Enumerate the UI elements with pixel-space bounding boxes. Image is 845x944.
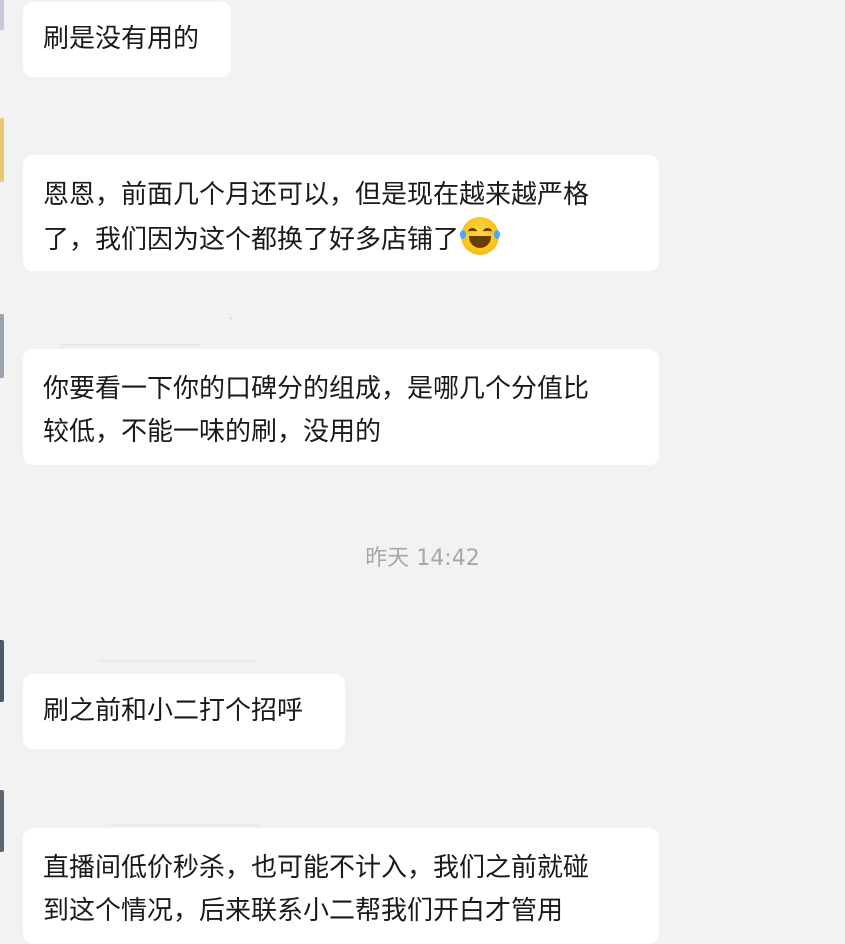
message-text: 直播间低价秒杀，也可能不计入，我们之前就碰 [43, 853, 590, 883]
face-with-tears-of-joy-icon [460, 217, 501, 255]
message-text: 了，我们因为这个都换了好多店铺了 [43, 217, 639, 262]
avatar[interactable] [0, 0, 4, 30]
message-bubble[interactable]: 刷是没有用的 [23, 2, 231, 77]
avatar[interactable] [0, 118, 4, 182]
message-bubble[interactable]: 你要看一下你的口碑分的组成，是哪几个分值比 较低，不能一味的刷，没用的 [23, 349, 659, 465]
sender-name [98, 660, 258, 662]
avatar[interactable] [0, 640, 4, 702]
sender-name-mark: ˋ [228, 316, 234, 330]
message-text: 到这个情况，后来联系小二帮我们开白才管用 [43, 896, 564, 926]
message-text: 刷是没有用的 [43, 24, 200, 54]
sender-name [110, 824, 260, 826]
avatar[interactable] [0, 314, 4, 378]
timestamp: 昨天 14:42 [365, 546, 480, 571]
avatar[interactable] [0, 790, 4, 852]
sender-name [60, 344, 200, 346]
message-text: 你要看一下你的口碑分的组成，是哪几个分值比 [43, 374, 590, 404]
message-text: 刷之前和小二打个招呼 [43, 696, 304, 726]
message-bubble[interactable]: 恩恩，前面几个月还可以，但是现在越来越严格 了，我们因为这个都换了好多店铺了 [23, 155, 659, 271]
message-text: 恩恩，前面几个月还可以，但是现在越来越严格 [43, 180, 590, 210]
message-bubble[interactable]: 刷之前和小二打个招呼 [23, 674, 345, 749]
message-text: 较低，不能一味的刷，没用的 [43, 417, 382, 447]
message-bubble[interactable]: 直播间低价秒杀，也可能不计入，我们之前就碰 到这个情况，后来联系小二帮我们开白才… [23, 828, 659, 944]
